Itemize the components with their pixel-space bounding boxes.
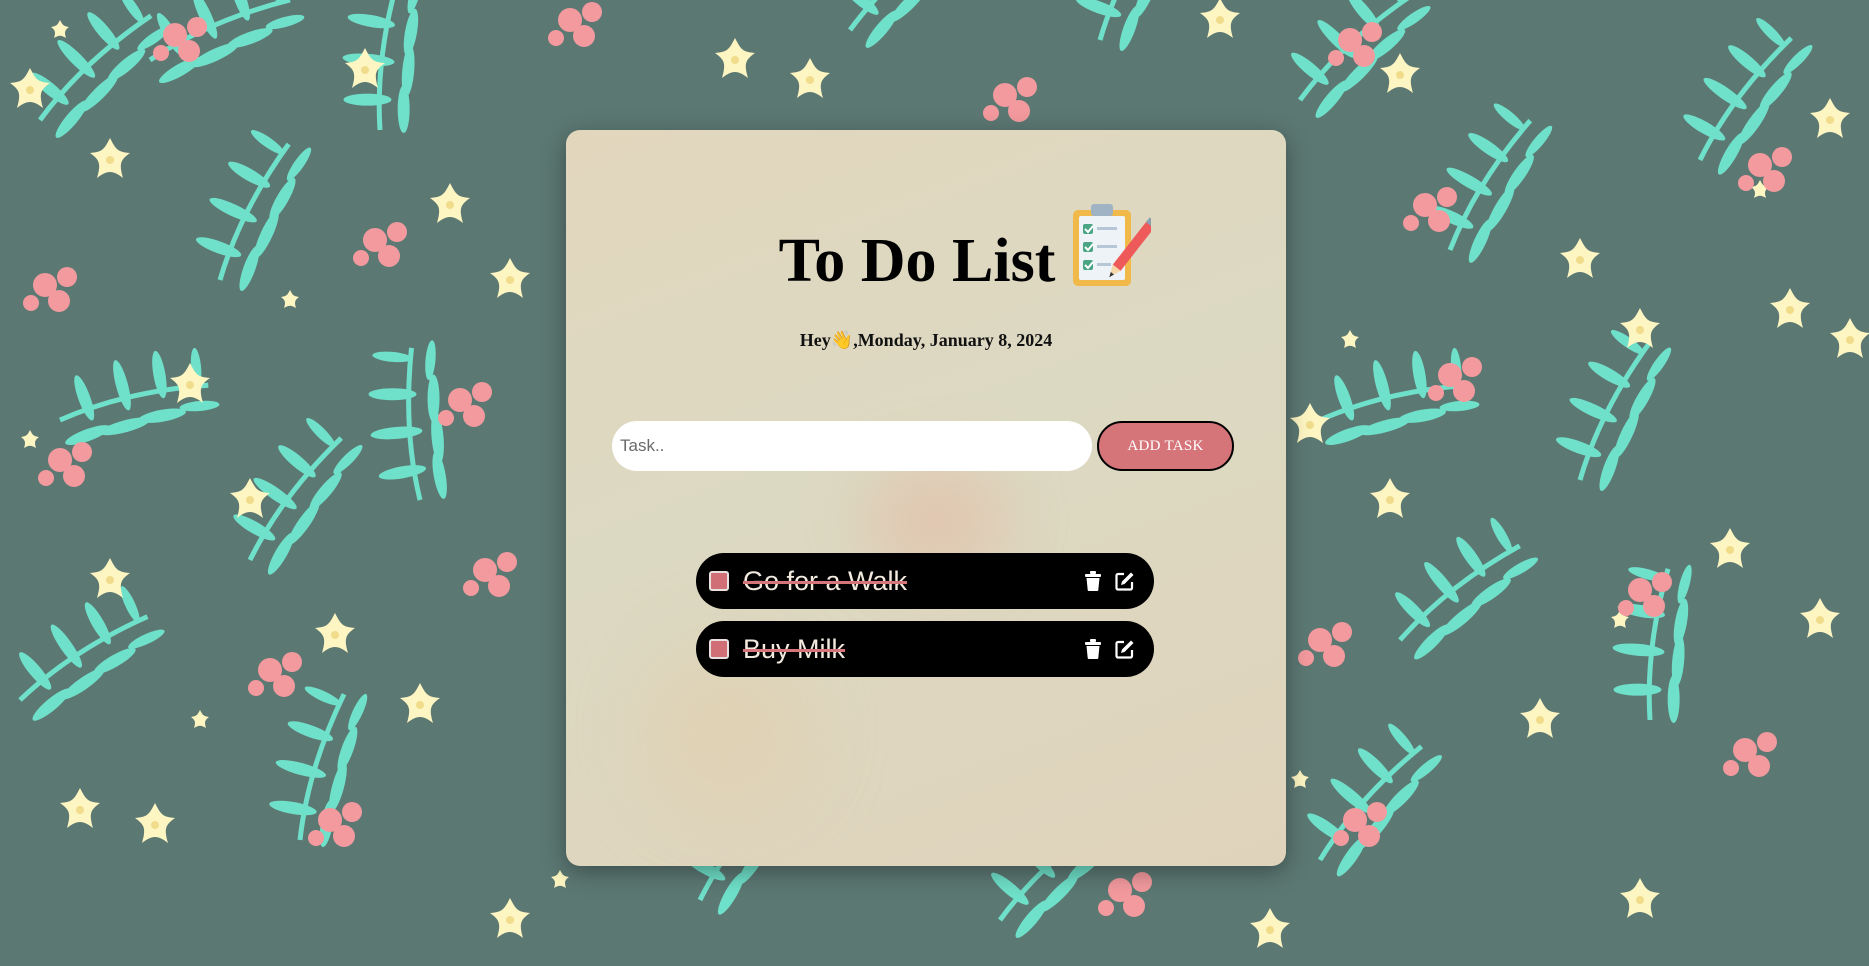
task-list: Go for a Walk Buy Milk bbox=[696, 553, 1154, 689]
trash-icon bbox=[1085, 639, 1101, 659]
task-checkbox[interactable] bbox=[709, 639, 729, 659]
task-text: Go for a Walk bbox=[743, 565, 908, 596]
edit-button[interactable] bbox=[1114, 570, 1136, 592]
title-row: To Do List bbox=[566, 202, 1286, 292]
task-text: Buy Milk bbox=[743, 633, 846, 664]
task-input[interactable] bbox=[612, 421, 1092, 471]
delete-button[interactable] bbox=[1082, 638, 1104, 660]
date-text: ,Monday, January 8, 2024 bbox=[853, 330, 1053, 350]
edit-icon bbox=[1115, 640, 1134, 659]
greeting-text: Hey bbox=[799, 330, 831, 350]
todo-card: To Do List Hey👋,Monday, January 8, 2024 bbox=[566, 130, 1286, 866]
task-item: Go for a Walk bbox=[696, 553, 1154, 609]
task-checkbox[interactable] bbox=[709, 571, 729, 591]
greeting-line: Hey👋,Monday, January 8, 2024 bbox=[566, 330, 1286, 351]
trash-icon bbox=[1085, 571, 1101, 591]
add-task-button[interactable]: ADD TASK bbox=[1097, 421, 1234, 471]
edit-button[interactable] bbox=[1114, 638, 1136, 660]
delete-button[interactable] bbox=[1082, 570, 1104, 592]
waving-hand-icon: 👋 bbox=[830, 330, 854, 350]
edit-icon bbox=[1115, 572, 1134, 591]
clipboard-checklist-icon bbox=[1073, 204, 1152, 286]
page-title: To Do List bbox=[778, 227, 1056, 295]
task-item: Buy Milk bbox=[696, 621, 1154, 677]
